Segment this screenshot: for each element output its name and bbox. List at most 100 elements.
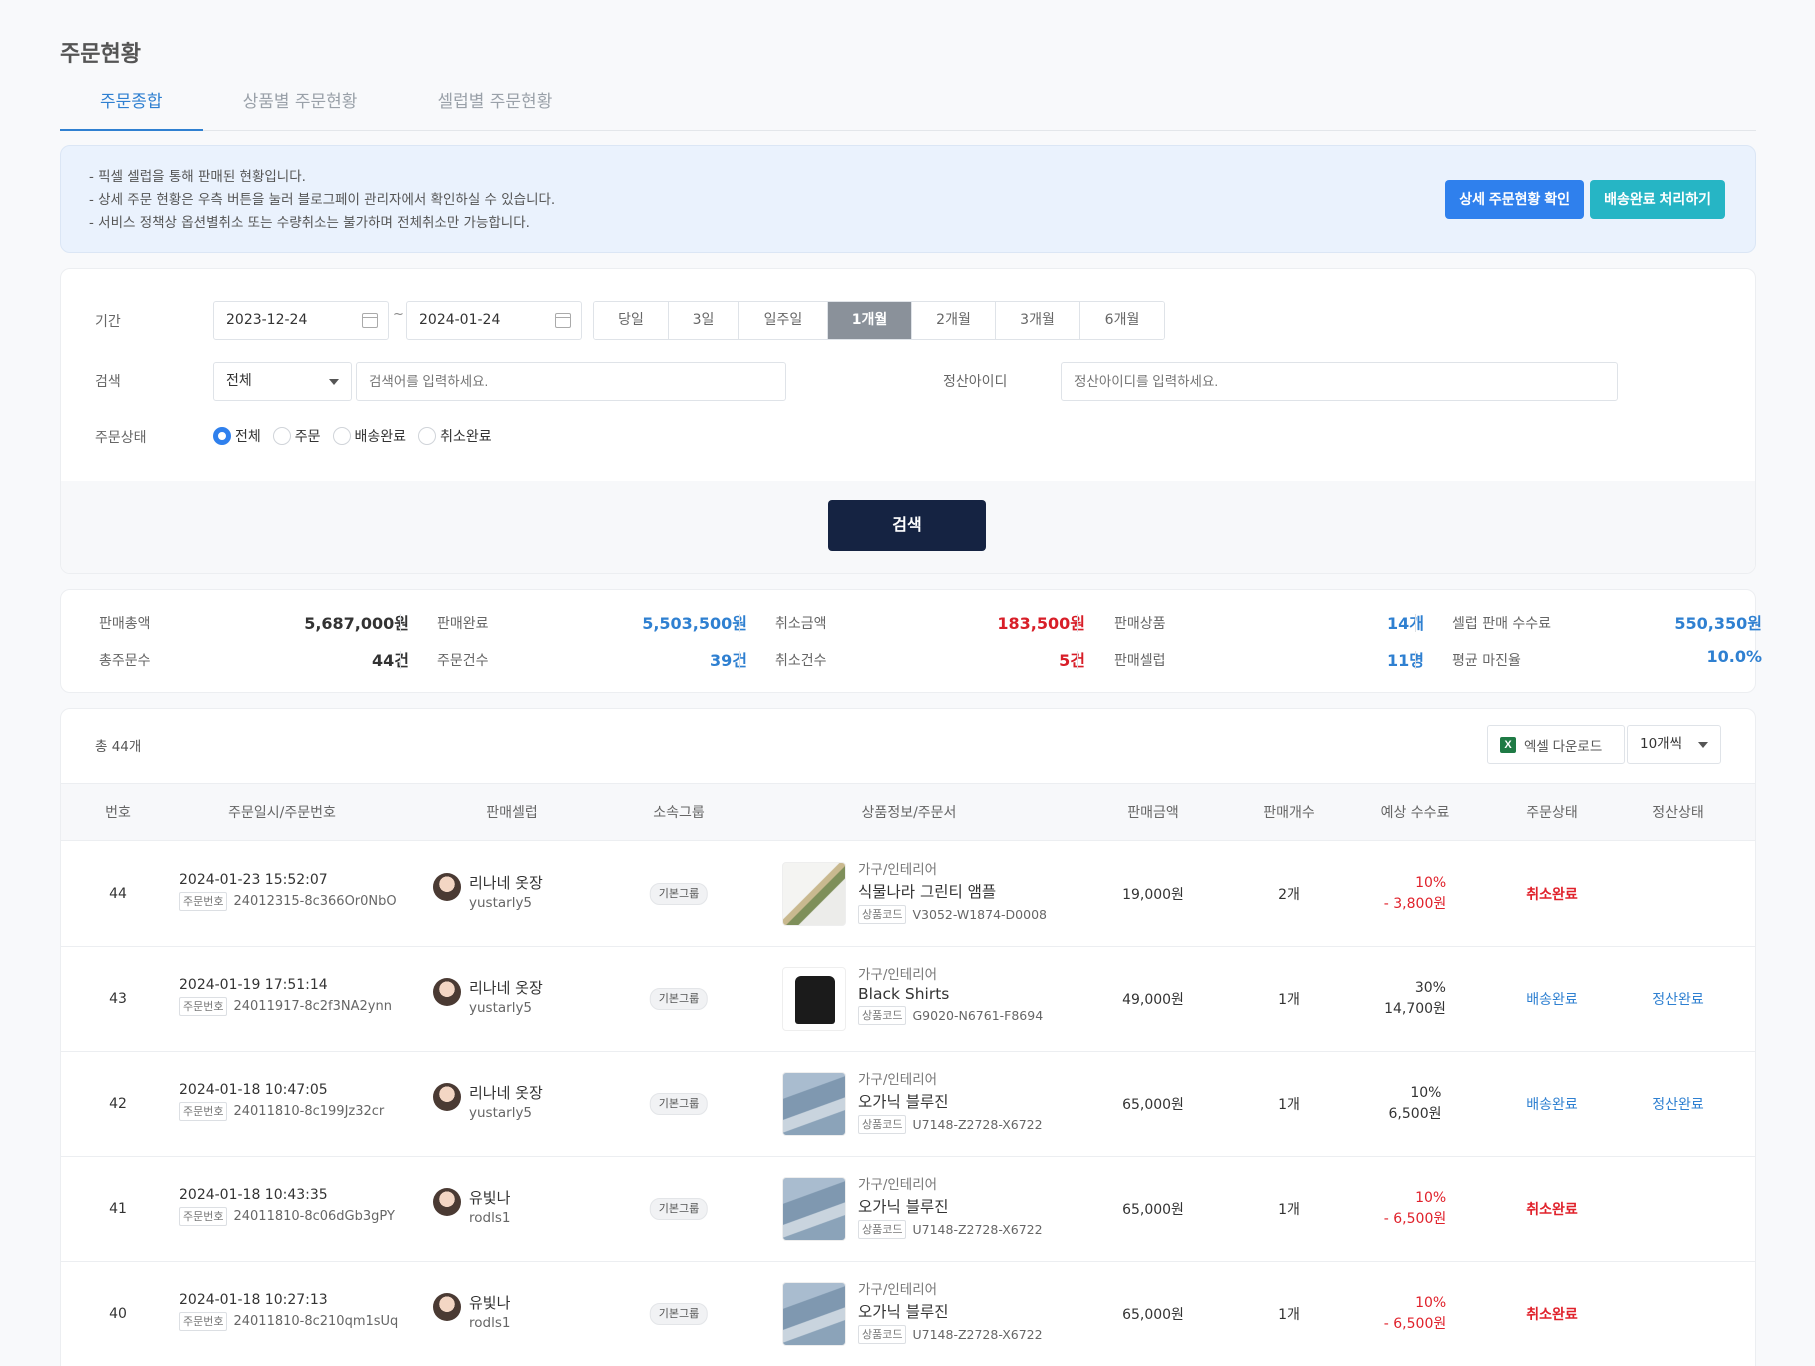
table-row[interactable]: 40 2024-01-18 10:27:13 주문번호 24011810-8c21… bbox=[61, 1262, 1755, 1366]
product-thumbnail[interactable] bbox=[782, 967, 846, 1031]
search-filter-panel: 기간 2023-12-24 ~ 2024-01-24 당일 3일 일주일 1개월… bbox=[60, 268, 1756, 574]
product-thumbnail[interactable] bbox=[782, 862, 846, 926]
page-size-select[interactable]: 10개씩 bbox=[1627, 725, 1721, 764]
product-name[interactable]: 오가닉 블루진 bbox=[858, 1090, 1043, 1112]
summary-label: 판매상품 bbox=[1114, 616, 1166, 632]
search-button[interactable]: 검색 bbox=[828, 500, 986, 551]
delivery-complete-button[interactable]: 배송완료 처리하기 bbox=[1590, 180, 1725, 219]
radio-checked-icon bbox=[213, 427, 231, 445]
order-number-value[interactable]: 24011917-8c2f3NA2ynn bbox=[233, 999, 391, 1014]
status-radio-delivered[interactable]: 배송완료 bbox=[332, 426, 406, 446]
status-radio-all[interactable]: 전체 bbox=[213, 426, 261, 446]
period-2months-button[interactable]: 2개월 bbox=[912, 302, 996, 339]
product-thumbnail[interactable] bbox=[782, 1282, 846, 1346]
summary-label: 주문건수 bbox=[437, 653, 489, 669]
search-type-value: 전체 bbox=[226, 373, 252, 389]
search-input[interactable] bbox=[356, 362, 786, 401]
product-code: 상품코드 U7148-Z2728-X6722 bbox=[858, 1115, 1043, 1134]
period-today-button[interactable]: 당일 bbox=[594, 302, 669, 339]
seller-id: yustarly5 bbox=[469, 1000, 533, 1016]
product-thumbnail[interactable] bbox=[782, 1177, 846, 1241]
sale-amount: 49,000원 bbox=[1122, 992, 1184, 1008]
column-header: 번호 bbox=[105, 805, 131, 821]
order-number-value[interactable]: 24011810-8c06dGb3gPY bbox=[233, 1209, 394, 1224]
product-thumbnail[interactable] bbox=[782, 1072, 846, 1136]
product-info: 가구/인테리어 오가닉 블루진 상품코드 U7148-Z2728-X6722 bbox=[858, 1173, 1043, 1239]
seller-info[interactable]: 리나네 옷장 yustarly5 bbox=[433, 977, 543, 1016]
status-radio-order[interactable]: 주문 bbox=[272, 426, 321, 446]
excel-icon: X bbox=[1500, 736, 1516, 753]
period-1month-button[interactable]: 1개월 bbox=[828, 302, 912, 339]
start-date-field[interactable]: 2023-12-24 bbox=[213, 301, 389, 340]
divider bbox=[739, 614, 740, 632]
search-type-select[interactable]: 전체 bbox=[213, 362, 352, 401]
order-datetime-block: 2024-01-18 10:47:05 주문번호 24011810-8c199Jz… bbox=[179, 1082, 384, 1121]
product-name[interactable]: 식물나라 그린티 앰플 bbox=[858, 880, 1047, 902]
status-radio-cancelled[interactable]: 취소완료 bbox=[418, 426, 492, 446]
product-code-value: U7148-Z2728-X6722 bbox=[912, 1222, 1043, 1237]
notice-box: - 픽셀 셀럽을 통해 판매된 현황입니다. - 상세 주문 현황은 우측 버튼… bbox=[60, 145, 1756, 253]
period-week-button[interactable]: 일주일 bbox=[739, 302, 828, 339]
group-badge: 기본그룹 bbox=[649, 1093, 709, 1115]
table-row[interactable]: 42 2024-01-18 10:47:05 주문번호 24011810-8c19… bbox=[61, 1052, 1755, 1157]
row-number: 43 bbox=[109, 991, 127, 1007]
seller-info[interactable]: 유빛나 rodls1 bbox=[433, 1187, 510, 1226]
avatar bbox=[433, 873, 461, 901]
table-row[interactable]: 44 2024-01-23 15:52:07 주문번호 24012315-8c36… bbox=[61, 842, 1755, 947]
summary-cancel-amount: 취소금액 183,500원 bbox=[775, 610, 1085, 634]
product-name[interactable]: 오가닉 블루진 bbox=[858, 1300, 1043, 1322]
fee-rate: 10% bbox=[1415, 1190, 1447, 1206]
order-no-tag: 주문번호 bbox=[179, 1207, 228, 1226]
fee-amount: 6,500원 bbox=[1388, 1106, 1442, 1122]
summary-products: 판매상품 14개 bbox=[1114, 610, 1424, 634]
column-header: 판매셀럽 bbox=[486, 805, 538, 821]
summary-value: 5,687,000원 bbox=[304, 614, 409, 633]
chevron-down-icon bbox=[1698, 742, 1708, 748]
summary-value: 44건 bbox=[372, 651, 409, 670]
table-row[interactable]: 43 2024-01-19 17:51:14 주문번호 24011917-8c2f… bbox=[61, 947, 1755, 1052]
period-3months-button[interactable]: 3개월 bbox=[996, 302, 1080, 339]
seller-id: rodls1 bbox=[469, 1315, 511, 1331]
fee-rate: 10% bbox=[1415, 1295, 1447, 1311]
seller-info[interactable]: 유빛나 rodls1 bbox=[433, 1292, 510, 1331]
product-code-value: U7148-Z2728-X6722 bbox=[912, 1117, 1043, 1132]
notice-buttons: 상세 주문현황 확인 배송완료 처리하기 bbox=[1445, 180, 1725, 219]
summary-sellers: 판매셀럽 11명 bbox=[1114, 647, 1424, 671]
product-code-value: U7148-Z2728-X6722 bbox=[912, 1327, 1043, 1342]
sale-amount: 65,000원 bbox=[1122, 1097, 1184, 1113]
column-header: 주문일시/주문번호 bbox=[228, 805, 336, 821]
seller-info[interactable]: 리나네 옷장 yustarly5 bbox=[433, 872, 543, 911]
tab-order-summary[interactable]: 주문종합 bbox=[60, 88, 203, 131]
table-row[interactable]: 41 2024-01-18 10:43:35 주문번호 24011810-8c06… bbox=[61, 1157, 1755, 1262]
period-6months-button[interactable]: 6개월 bbox=[1080, 302, 1164, 339]
summary-value: 5,503,500원 bbox=[642, 614, 747, 633]
product-code-value: G9020-N6761-F8694 bbox=[912, 1008, 1044, 1023]
fee-rate: 10% bbox=[1410, 1085, 1442, 1101]
end-date-field[interactable]: 2024-01-24 bbox=[406, 301, 582, 340]
excel-download-button[interactable]: X 엑셀 다운로드 bbox=[1487, 725, 1625, 764]
order-number-value[interactable]: 24011810-8c199Jz32cr bbox=[233, 1104, 384, 1119]
product-code: 상품코드 V3052-W1874-D0008 bbox=[858, 905, 1047, 924]
order-number-value[interactable]: 24012315-8c366Or0NbO bbox=[233, 894, 396, 909]
tab-product-orders[interactable]: 상품별 주문현황 bbox=[203, 88, 398, 131]
code-tag: 상품코드 bbox=[858, 1220, 907, 1239]
settle-id-input[interactable] bbox=[1061, 362, 1618, 401]
tab-seller-orders[interactable]: 셀럽별 주문현황 bbox=[397, 88, 592, 131]
calendar-icon[interactable] bbox=[362, 313, 378, 328]
radio-icon bbox=[272, 427, 291, 445]
order-number-value[interactable]: 24011810-8c210qm1sUq bbox=[233, 1314, 398, 1329]
product-name[interactable]: Black Shirts bbox=[858, 985, 1043, 1003]
detail-order-status-button[interactable]: 상세 주문현황 확인 bbox=[1445, 180, 1585, 219]
radio-icon bbox=[418, 427, 437, 445]
period-3days-button[interactable]: 3일 bbox=[669, 302, 739, 339]
page-title: 주문현황 bbox=[60, 42, 141, 67]
radio-label: 취소완료 bbox=[440, 429, 492, 445]
calendar-icon[interactable] bbox=[555, 313, 571, 328]
product-name[interactable]: 오가닉 블루진 bbox=[858, 1195, 1043, 1217]
order-datetime: 2024-01-18 10:43:35 bbox=[179, 1187, 328, 1203]
order-datetime-block: 2024-01-18 10:27:13 주문번호 24011810-8c210qm… bbox=[179, 1292, 398, 1331]
seller-info[interactable]: 리나네 옷장 yustarly5 bbox=[433, 1082, 543, 1121]
order-status: 배송완료 bbox=[1526, 1097, 1578, 1113]
product-info: 가구/인테리어 오가닉 블루진 상품코드 U7148-Z2728-X6722 bbox=[858, 1068, 1043, 1134]
expected-fee: 10% - 6,500원 bbox=[1384, 1188, 1446, 1230]
